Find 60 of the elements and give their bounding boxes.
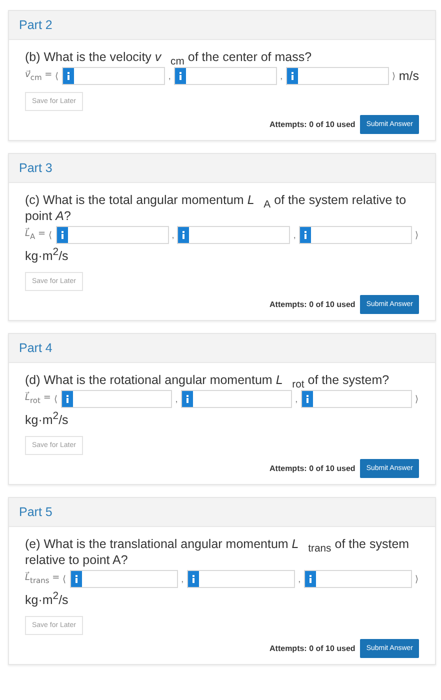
info-icon[interactable]: [174, 68, 186, 84]
separator: ⟩: [392, 71, 396, 81]
attempts-text: Attempts: 0 of 10 used: [270, 300, 356, 310]
separator: ⟩: [414, 394, 419, 404]
part-title: Part 3: [9, 154, 435, 183]
info-icon[interactable]: [304, 571, 316, 588]
question-text: (b) What is the velocity v⃗$_{cm}$ of the center of mass?: [25, 49, 313, 65]
info-icon[interactable]: [182, 391, 193, 408]
answer-field[interactable]: [56, 226, 169, 244]
vector-symbol: L⃗$_{A}$ =: [25, 229, 46, 241]
info-icon[interactable]: [302, 391, 313, 408]
answer-field[interactable]: [186, 570, 296, 588]
open-bracket: ⟨: [48, 230, 53, 240]
separator: ,: [280, 71, 283, 81]
info-icon[interactable]: [300, 227, 311, 243]
separator: ,: [295, 394, 298, 404]
answer-field[interactable]: [286, 67, 389, 85]
open-bracket: ⟨: [55, 71, 60, 81]
attempts-text: Attempts: 0 of 10 used: [270, 464, 356, 474]
answer-field[interactable]: [70, 570, 178, 588]
open-bracket: ⟨: [62, 574, 67, 584]
attempts-text: Attempts: 0 of 10 used: [270, 644, 356, 654]
info-icon[interactable]: [63, 68, 74, 84]
separator: ,: [172, 230, 174, 240]
separator: ,: [181, 574, 184, 584]
answer-field[interactable]: [62, 67, 166, 85]
part-title: Part 2: [9, 11, 435, 40]
question-text: (c) What is the total angular momentum L⃗$_{A}$ of the system relative to point A?: [25, 192, 408, 224]
unit-label: kg·m$^{2}$/s: [25, 593, 68, 608]
vector-symbol: v⃗$_{cm}$ =: [25, 70, 52, 82]
info-icon[interactable]: [62, 391, 73, 408]
separator: ⟩: [415, 574, 419, 584]
vector-symbol: L⃗$_{trans}$ =: [25, 573, 60, 586]
answer-field[interactable]: [60, 390, 172, 408]
attempts-text: Attempts: 0 of 10 used: [270, 120, 356, 129]
answer-field[interactable]: [298, 226, 412, 244]
separator: ,: [298, 574, 301, 584]
info-icon[interactable]: [70, 571, 82, 588]
answer-field[interactable]: [177, 226, 290, 244]
separator: ⟩: [415, 230, 420, 240]
separator: ,: [168, 71, 171, 81]
info-icon[interactable]: [56, 227, 68, 243]
answer-field[interactable]: [174, 67, 278, 85]
part-title: Part 4: [9, 334, 435, 364]
question-text: (e) What is the translational angular momentum L⃗$_{trans}$ of the system relative to point A?: [25, 536, 410, 568]
info-icon[interactable]: [286, 68, 298, 84]
info-icon[interactable]: [188, 571, 199, 588]
answer-field[interactable]: [300, 390, 412, 408]
answer-field[interactable]: [180, 390, 292, 408]
answer-field[interactable]: [304, 570, 412, 588]
unit-label: kg·m$^{2}$/s: [25, 413, 68, 428]
question-text: (d) What is the rotational angular momentum L⃗$_{rot}$ of the system?: [25, 372, 390, 388]
open-bracket: ⟨: [54, 394, 58, 404]
unit-label: kg·m$^{2}$/s: [25, 249, 68, 264]
separator: ,: [175, 394, 178, 404]
vector-symbol: L⃗$_{rot}$ =: [25, 393, 51, 406]
part-title: Part 5: [9, 498, 435, 528]
info-icon[interactable]: [178, 227, 190, 243]
unit-label: m/s: [398, 68, 419, 85]
separator: ,: [293, 230, 296, 240]
